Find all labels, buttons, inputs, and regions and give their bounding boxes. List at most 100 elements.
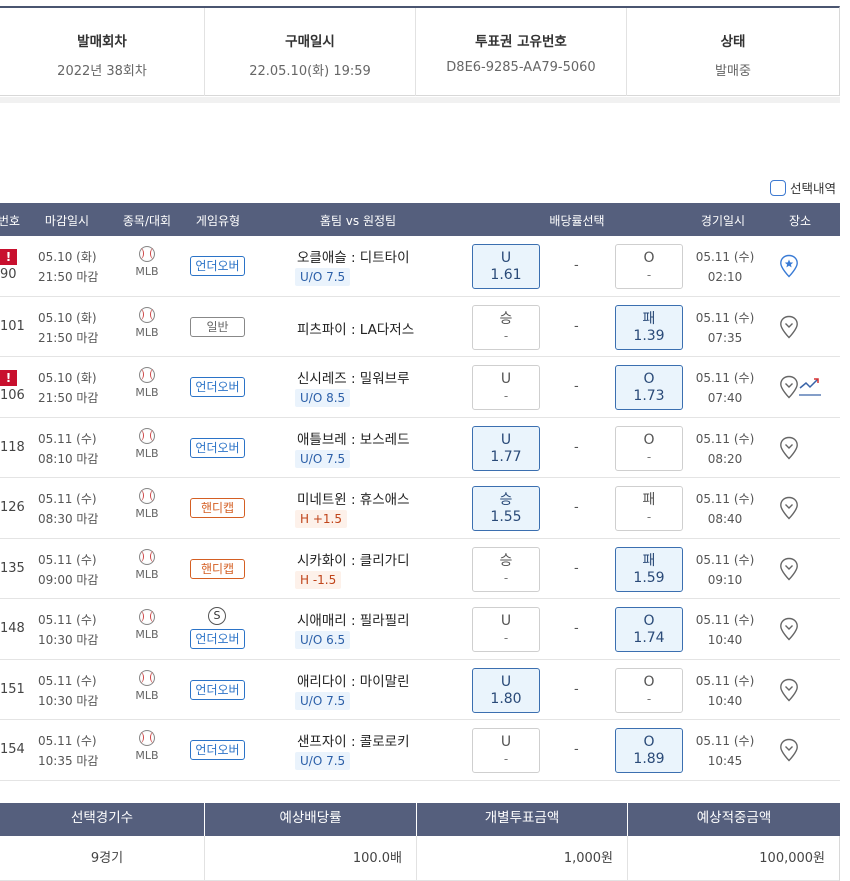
league-label: MLB — [135, 386, 159, 399]
odds-draw: - — [574, 560, 579, 576]
odds-right-button[interactable]: O 1.74 — [615, 607, 683, 652]
sport-league: MLB — [133, 669, 161, 702]
summary-table: 선택경기수 예상배당률 개별투표금액 예상적중금액 9경기 100.0배 1,0… — [0, 803, 840, 881]
map-pin-icon[interactable] — [779, 315, 799, 339]
odds-draw: - — [574, 258, 579, 273]
map-pin-icon[interactable] — [779, 738, 799, 762]
odds-right-value: - — [646, 510, 652, 524]
game-number: 118 — [0, 439, 25, 455]
info-ticket-id: 투표권 고유번호 D8E6-9285-AA79-5060 — [416, 8, 627, 96]
odds-right-button[interactable]: O 1.89 — [615, 728, 683, 773]
summary-header-count: 선택경기수 — [0, 803, 205, 836]
baseball-icon — [139, 427, 155, 444]
game-type-badge: 핸디캡 — [190, 558, 245, 579]
game-date: 05.11 (수) — [695, 613, 755, 627]
odds-right-button[interactable]: O - — [615, 667, 683, 713]
deadline-date: 05.11 (수) — [38, 734, 97, 748]
odds-right-button[interactable]: O 1.73 — [615, 365, 683, 410]
odds-left-button[interactable]: U - — [472, 365, 540, 410]
map-pin-icon[interactable] — [779, 375, 799, 399]
odds-draw: - — [574, 681, 579, 697]
deadline-date: 05.11 (수) — [38, 613, 97, 627]
odds-right-key: O — [643, 734, 655, 750]
deadline-date: 05.11 (수) — [38, 552, 97, 567]
match-teams: 샌프자이 : 콜로로키 — [297, 734, 410, 750]
col-game-time: 경기일시 — [700, 214, 746, 228]
deadline-time: 10:30 마감 — [38, 633, 99, 647]
odds-right-button[interactable]: O - — [615, 425, 683, 471]
odds-right-key: O — [643, 250, 655, 266]
game-time: 05.11 (수) 07:35 — [695, 308, 755, 348]
odds-right-button[interactable]: 패 1.39 — [615, 304, 683, 350]
game-clock: 09:10 — [707, 572, 743, 587]
game-type-badge: 언더오버 — [190, 256, 245, 276]
line-chart-icon[interactable] — [798, 375, 822, 397]
game-clock: 08:40 — [707, 512, 743, 526]
map-pin-icon[interactable] — [779, 254, 799, 278]
league-label: MLB — [135, 507, 159, 520]
odds-right-button[interactable]: 패 - — [615, 486, 683, 531]
league-label: MLB — [135, 325, 159, 339]
deadline: 05.10 (화) 21:50 마감 — [38, 308, 98, 348]
select-history-label: 선택내역 — [790, 181, 837, 196]
sport-league: MLB — [133, 367, 161, 399]
league-label: MLB — [135, 688, 159, 702]
map-pin-icon[interactable] — [779, 557, 799, 581]
odds-left-button[interactable]: U 1.61 — [472, 244, 540, 289]
table-row: 154 05.11 (수) 10:35 마감 MLB 언더오버 샌프자이 : 콜… — [0, 720, 840, 781]
league-label: MLB — [135, 749, 159, 762]
odds-left-button[interactable]: 승 1.55 — [472, 486, 540, 531]
game-number: 135 — [0, 560, 25, 576]
baseball-icon — [139, 669, 155, 686]
deadline-time: 21:50 마감 — [38, 330, 99, 345]
odds-left-value: - — [503, 389, 509, 403]
baseball-icon — [139, 306, 155, 323]
map-pin-icon[interactable] — [779, 496, 799, 520]
deadline-date: 05.10 (화) — [38, 250, 97, 264]
odds-draw: - — [574, 439, 579, 455]
odds-left-value: 1.55 — [490, 509, 522, 525]
odds-left-button[interactable]: 승 - — [472, 304, 540, 350]
odds-left-button[interactable]: U - — [472, 728, 540, 773]
game-type-badge: 언더오버 — [190, 740, 245, 760]
match-teams: 신시레즈 : 밀워브루 — [297, 371, 410, 387]
table-row: 118 05.11 (수) 08:10 마감 MLB 언더오버 애틀브레 : 보… — [0, 418, 840, 478]
odds-right-key: 패 — [642, 492, 656, 508]
game-number: 101 — [0, 318, 25, 334]
game-date: 05.11 (수) — [695, 492, 755, 506]
odds-left-key: 승 — [499, 310, 513, 327]
deadline-time: 21:50 마감 — [38, 270, 99, 284]
odds-right-value: 1.73 — [633, 388, 665, 404]
odds-right-button[interactable]: 패 1.59 — [615, 546, 683, 592]
sport-league: MLB — [133, 548, 161, 581]
odds-right-value: 1.74 — [633, 630, 665, 646]
odds-left-button[interactable]: 승 - — [472, 546, 540, 592]
game-number: 106 — [0, 388, 25, 403]
game-type-badge: 언더오버 — [190, 629, 245, 649]
special-badge: S — [208, 607, 226, 625]
map-pin-icon[interactable] — [779, 617, 799, 641]
checkbox[interactable] — [770, 179, 786, 196]
league-label: MLB — [135, 567, 159, 581]
odds-left-value: - — [503, 570, 509, 585]
select-history-toggle[interactable]: 선택내역 — [770, 178, 836, 197]
odds-left-button[interactable]: U 1.80 — [472, 667, 540, 713]
deadline: 05.11 (수) 08:30 마감 — [38, 489, 98, 529]
deadline-time: 21:50 마감 — [38, 391, 99, 405]
odds-left-button[interactable]: U - — [472, 607, 540, 652]
deadline-time: 10:35 마감 — [38, 754, 99, 768]
col-type: 게임유형 — [195, 214, 241, 228]
deadline-date: 05.10 (화) — [38, 310, 97, 325]
odds-left-value: - — [503, 752, 509, 766]
game-time: 05.11 (수) 02:10 — [695, 247, 755, 287]
map-pin-icon[interactable] — [779, 678, 799, 702]
odds-right-value: 1.59 — [633, 569, 665, 586]
odds-right-button[interactable]: O - — [615, 244, 683, 289]
odds-left-button[interactable]: U 1.77 — [472, 425, 540, 471]
table-row: 126 05.11 (수) 08:30 마감 MLB 핸디캡 미네트윈 : 휴스… — [0, 478, 840, 539]
sport-league: MLB — [133, 306, 161, 339]
map-pin-icon[interactable] — [779, 436, 799, 460]
game-type-badge: 언더오버 — [190, 679, 245, 700]
odds-left-key: U — [500, 613, 512, 629]
league-label: MLB — [135, 446, 159, 460]
